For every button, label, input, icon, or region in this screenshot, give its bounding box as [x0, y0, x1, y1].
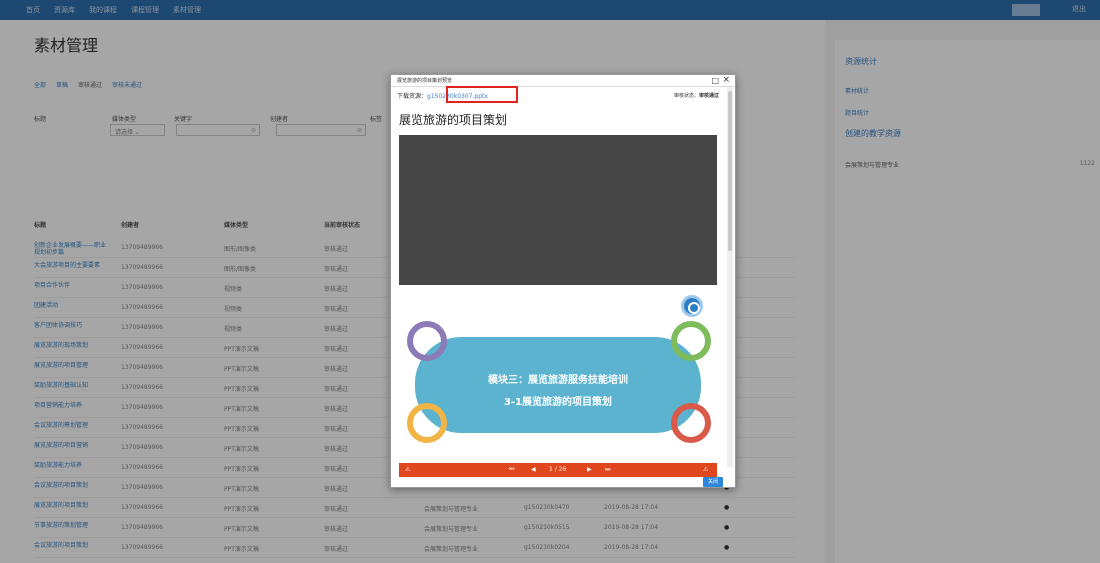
- audit-value: 审核通过: [698, 93, 719, 99]
- next-page-icon[interactable]: ▶: [587, 466, 592, 473]
- document-title: 展览旅游的项目策划: [399, 113, 508, 127]
- viewer-canvas: [399, 135, 717, 285]
- people-illustration-icon: [407, 321, 447, 361]
- audit-label: 审核状态：: [673, 93, 699, 99]
- school-logo-icon: [681, 295, 703, 317]
- close-icon[interactable]: ×: [722, 75, 730, 85]
- people-illustration-icon: [671, 321, 711, 361]
- highlight-box: [446, 86, 518, 103]
- modal-title: 展览旅游的项目策划预览: [397, 78, 453, 84]
- download-label: 下载资源：: [397, 93, 428, 100]
- slide-module-title: 模块三：展览旅游服务技能培训: [488, 375, 628, 386]
- close-button[interactable]: 关闭: [703, 477, 723, 487]
- page-indicator: 1 / 26: [549, 466, 567, 473]
- scrollbar-thumb[interactable]: [728, 91, 732, 251]
- slide-preview: 模块三：展览旅游服务技能培训 3-1展览旅游的项目策划: [399, 285, 717, 463]
- warning-icon[interactable]: ⚠: [405, 466, 410, 473]
- modal-scrollbar[interactable]: [727, 87, 733, 467]
- warning-icon[interactable]: ⚠: [703, 466, 708, 473]
- slide-banner: 模块三：展览旅游服务技能培训 3-1展览旅游的项目策划: [415, 337, 701, 433]
- slide-subtitle: 3-1展览旅游的项目策划: [503, 397, 613, 408]
- audit-status: 审核状态：审核通过: [674, 92, 719, 99]
- people-illustration-icon: [407, 403, 447, 443]
- modal-titlebar: 展览旅游的项目策划预览 □ ×: [391, 75, 735, 87]
- last-page-icon[interactable]: ⏭: [605, 466, 610, 474]
- prev-page-icon[interactable]: ◀: [531, 466, 536, 473]
- first-page-icon[interactable]: ⏮: [509, 466, 514, 474]
- people-illustration-icon: [671, 403, 711, 443]
- preview-modal: 展览旅游的项目策划预览 □ × 下载资源：g150230k0307.pptx 审…: [390, 74, 736, 488]
- viewer-toolbar: ⚠ ⏮ ◀ 1 / 26 ▶ ⏭ ⚠: [399, 463, 717, 477]
- maximize-icon[interactable]: □: [711, 76, 719, 85]
